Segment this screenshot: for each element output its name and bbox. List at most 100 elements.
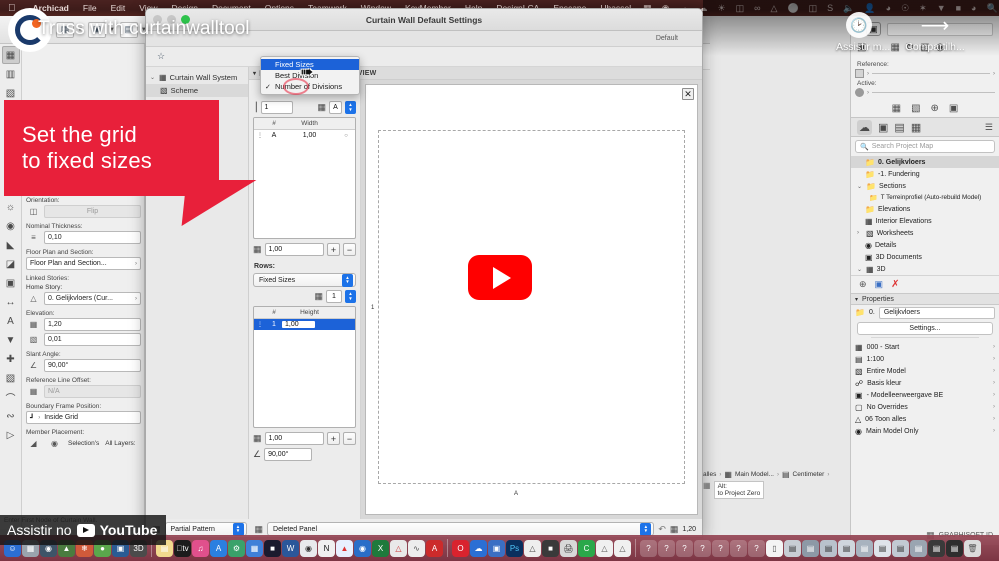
rows-count-input[interactable]: 1 (326, 290, 342, 303)
lamp-tool-icon[interactable]: ☼ (2, 198, 20, 216)
reference-slider-track[interactable] (872, 73, 990, 74)
member-icon-2[interactable]: ◉ (47, 437, 62, 449)
nominal-thickness-input[interactable]: 0,10 (44, 231, 141, 244)
dock-onedrive-icon[interactable]: ☁ (470, 540, 487, 557)
shell-tool-icon[interactable]: ◣ (2, 236, 20, 254)
tree-row-interior-elevations[interactable]: ▦ Interior Elevations (851, 215, 999, 227)
settings-icon[interactable]: ▣ (875, 279, 884, 290)
preview-canvas[interactable]: ✕ 1 A (365, 84, 698, 515)
link-icon[interactable]: ∞ (749, 3, 765, 13)
dock-indesign-icon[interactable]: ■ (542, 540, 559, 557)
active-slider[interactable]: › (855, 88, 995, 97)
settings-button[interactable]: Settings... (857, 322, 993, 335)
dock-music-icon[interactable]: ♫ (192, 540, 209, 557)
rows-remove-button[interactable]: − (343, 432, 356, 445)
reference-color-swatch[interactable] (855, 69, 864, 78)
home-story-popup[interactable]: 0. Gelijkvloers (Cur... › (44, 292, 141, 305)
chevron-right-icon-7[interactable]: › (867, 90, 869, 96)
dock-twinmotion-icon[interactable]: △ (596, 540, 613, 557)
dock-document-icon[interactable]: ▯ (766, 540, 783, 557)
dimension-tool-icon[interactable]: ↔ (2, 293, 20, 311)
property-row-pen-set[interactable]: ☍ Basis kleur › (851, 377, 999, 389)
dock-vlc-icon[interactable]: ▲ (336, 540, 353, 557)
dropbox-icon[interactable]: △ (766, 3, 783, 14)
label-tool-icon[interactable]: ▼ (2, 331, 20, 349)
property-row-main-model[interactable]: ◉ Main Model Only › (851, 425, 999, 437)
dock-recent-3-icon[interactable]: ? (676, 540, 693, 557)
chevron-right-icon-5[interactable]: › (867, 71, 869, 77)
rows-mode-popup[interactable]: Fixed Sizes ▲▼ (253, 273, 356, 287)
deleted-panel-popup[interactable]: Deleted Panel ▲▼ (267, 522, 654, 536)
dock-excel-icon[interactable]: X (372, 540, 389, 557)
headphone-icon[interactable]: ◕ (881, 3, 896, 13)
chevron-down-icon[interactable]: ⌄ (150, 74, 156, 81)
columns-row-width[interactable]: 1,00 (282, 132, 337, 139)
project-zero-label[interactable]: to Project Zero (718, 490, 761, 497)
partial-pattern-popup[interactable]: Partial Pattern ▲▼ (165, 522, 247, 536)
dock-window-5-icon[interactable]: ▤ (856, 540, 873, 557)
columns-grid-icon[interactable]: ▦ (317, 102, 326, 113)
dock-zoom-icon[interactable]: ▣ (488, 540, 505, 557)
tab-project-map[interactable]: ☁ (857, 120, 872, 135)
columns-letter-stepper[interactable]: ▲▼ (345, 101, 356, 114)
dock-appstore-icon[interactable]: A (210, 540, 227, 557)
rows-table[interactable]: # Height ⋮ 1 1,00 (253, 306, 356, 428)
partial-pattern-stepper[interactable]: ▲▼ (233, 523, 244, 536)
dock-window-1-icon[interactable]: ▤ (784, 540, 801, 557)
tree-row-elevations[interactable]: 📁 Elevations (851, 203, 999, 215)
fill-tool-icon[interactable]: ▧ (2, 369, 20, 387)
columns-table-row[interactable]: ⋮ A 1,00 ○ (254, 130, 355, 141)
dock-window-8-icon[interactable]: ▤ (910, 540, 927, 557)
hotspot-tool-icon[interactable]: ✚ (2, 350, 20, 368)
columns-icon[interactable]: ◫ (804, 3, 823, 14)
active-color-swatch[interactable] (855, 88, 864, 97)
tab-view-map[interactable]: ▣ (878, 121, 888, 134)
apple-menu-icon[interactable]:  (8, 3, 16, 14)
dock-preview-icon[interactable]: ▦ (246, 540, 263, 557)
dock-creative-cloud-icon[interactable]: C (578, 540, 595, 557)
main-model-label[interactable]: Main Model... (735, 471, 774, 478)
tree-item-curtain-wall-system[interactable]: ⌄ ▦ Curtain Wall System (146, 71, 248, 84)
door-tool-icon[interactable]: ▥ (2, 65, 20, 83)
story-name-field[interactable]: Gelijkvloers (879, 307, 995, 319)
columns-table[interactable]: # Width ⋮ A 1,00 ○ (253, 117, 356, 239)
rows-drag-handle[interactable]: ⋮ (254, 321, 266, 328)
dropdown-item-number-of-divisions[interactable]: ✓ Number of Divisions (261, 81, 359, 92)
dock-terminal-icon[interactable]: ■ (264, 540, 281, 557)
dock-window-6-icon[interactable]: ▤ (874, 540, 891, 557)
globe-icon[interactable]: ☀ (713, 3, 731, 14)
dock-recent-4-icon[interactable]: ? (694, 540, 711, 557)
search-icon[interactable]: 🔍 (981, 3, 999, 14)
text-tool-icon[interactable]: A (2, 312, 20, 330)
property-row-overrides[interactable]: ▢ No Overrides › (851, 401, 999, 413)
trace-add-icon[interactable]: ⊕ (931, 103, 939, 114)
add-marquee-icon[interactable]: ▦ (890, 42, 899, 53)
floor-plan-popup[interactable]: Floor Plan and Section... › (26, 257, 141, 270)
arc-tool-icon[interactable]: ⌒ (2, 388, 20, 406)
tree-row-3d-documents[interactable]: ▣ 3D Documents (851, 251, 999, 263)
do-not-disturb-icon[interactable]: ⚪ (782, 3, 803, 14)
dock-trash-icon[interactable]: 🗑 (964, 540, 981, 557)
tree-row-details[interactable]: ◉ Details (851, 239, 999, 251)
tree-row-sections[interactable]: ⌄ 📁 Sections (851, 180, 999, 192)
columns-letter-input[interactable]: A (329, 101, 342, 114)
menu-item-edit[interactable]: Edit (104, 3, 133, 13)
dock-recent-6-icon[interactable]: ? (730, 540, 747, 557)
rows-table-row[interactable]: ⋮ 1 1,00 (254, 319, 355, 330)
trace-move-icon[interactable]: ▦ (892, 103, 901, 114)
property-row-renovation[interactable]: △ 06 Toon alles › (851, 413, 999, 425)
search-project-map-input[interactable]: 🔍 Search Project Map (855, 140, 995, 153)
youtube-share-button[interactable]: ⟶ Compartilh... (905, 12, 965, 53)
tree-row-terreinprofiel[interactable]: 📁 T Terreinprofiel (Auto-rebuild Model) (851, 192, 999, 203)
morph-tool-icon[interactable]: ◪ (2, 255, 20, 273)
tab-layout-book[interactable]: ▤ (894, 121, 904, 134)
rows-grid-icon[interactable]: ▦ (314, 291, 323, 302)
youtube-watch-on-watermark[interactable]: Assistir no YouTube (0, 515, 166, 545)
columns-remove-button[interactable]: − (343, 243, 356, 256)
dock-recent-1-icon[interactable]: ? (640, 540, 657, 557)
member-icon-1[interactable]: ◢ (26, 437, 41, 449)
elevation-input-1[interactable]: 1,20 (44, 318, 141, 331)
youtube-play-button[interactable] (468, 255, 532, 300)
dock-window-3-icon[interactable]: ▤ (820, 540, 837, 557)
dock-recent-2-icon[interactable]: ? (658, 540, 675, 557)
